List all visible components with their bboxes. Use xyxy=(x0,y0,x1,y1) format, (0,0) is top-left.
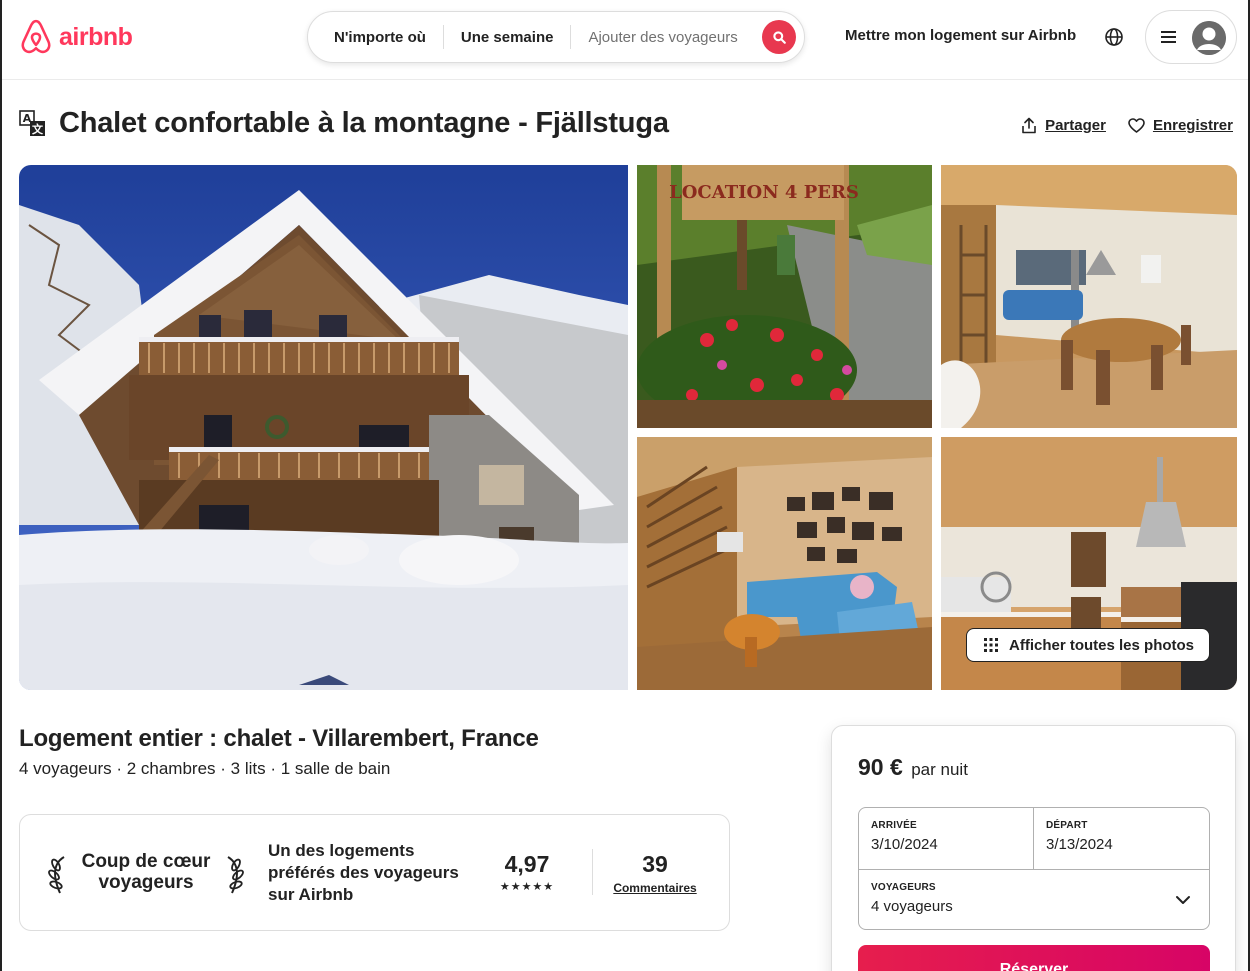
guests-value: 4 voyageurs xyxy=(871,898,953,915)
checkout-label: DÉPART xyxy=(1046,820,1088,831)
rating-value: 4,97 xyxy=(504,851,550,877)
price-unit: par nuit xyxy=(911,760,968,779)
user-avatar-icon xyxy=(1192,21,1226,55)
checkout-value: 3/13/2024 xyxy=(1046,836,1113,853)
listing-actions: Partager Enregistrer xyxy=(1021,117,1233,134)
photo-gallery: LOCATION 4 PERS Afficher toutes les phot… xyxy=(19,165,1237,690)
checkout-field[interactable]: DÉPART 3/13/2024 xyxy=(1034,808,1209,869)
guests-field[interactable]: VOYAGEURS 4 voyageurs xyxy=(859,869,1209,929)
listing-details: 4 voyageurs · 2 chambres · 3 lits · 1 sa… xyxy=(19,759,391,778)
photo-sign-text: LOCATION 4 PERS xyxy=(669,182,859,203)
gallery-photo-3[interactable] xyxy=(941,165,1237,428)
user-menu-button[interactable] xyxy=(1145,10,1237,64)
airbnb-logo-icon xyxy=(21,19,51,54)
globe-icon[interactable] xyxy=(1104,27,1124,47)
translate-icon[interactable]: A 文 xyxy=(19,110,47,138)
hamburger-menu-icon xyxy=(1161,31,1176,43)
listing-subtitle: Logement entier : chalet - Villarembert,… xyxy=(19,725,539,752)
checkin-label: ARRIVÉE xyxy=(871,820,917,831)
checkin-field[interactable]: ARRIVÉE 3/10/2024 xyxy=(859,808,1034,869)
svg-text:文: 文 xyxy=(32,122,44,136)
laurel-icon xyxy=(227,856,244,894)
host-link[interactable]: Mettre mon logement sur Airbnb xyxy=(845,27,1076,44)
booking-card: 90 € par nuit ARRIVÉE 3/10/2024 DÉPART 3… xyxy=(831,725,1236,971)
reviews-count: 39 xyxy=(642,851,668,877)
save-label: Enregistrer xyxy=(1152,117,1233,134)
share-label: Partager xyxy=(1045,117,1106,134)
share-button[interactable]: Partager xyxy=(1021,117,1106,134)
star-rating-icon: ★★★★★ xyxy=(499,881,555,893)
rating-block: 4,97 ★★★★★ xyxy=(490,851,564,893)
gallery-photo-4[interactable] xyxy=(637,437,932,690)
guest-favorite-card: Coup de cœur voyageurs Un des logements … xyxy=(19,814,730,931)
gallery-photo-2[interactable]: LOCATION 4 PERS xyxy=(637,165,932,428)
checkin-value: 3/10/2024 xyxy=(871,836,938,853)
show-all-photos-button[interactable]: Afficher toutes les photos xyxy=(966,628,1210,662)
laurel-icon xyxy=(48,856,65,894)
page-title: Chalet confortable à la montagne - Fjäll… xyxy=(59,107,669,139)
title-row: A 文 Chalet confortable à la montagne - F… xyxy=(19,105,1233,145)
heart-icon xyxy=(1128,118,1145,133)
search-when[interactable]: Une semaine xyxy=(444,29,571,46)
reservation-fields: ARRIVÉE 3/10/2024 DÉPART 3/13/2024 VOYAG… xyxy=(858,807,1210,930)
search-bar[interactable]: N'importe où Une semaine Ajouter des voy… xyxy=(307,11,805,63)
chevron-down-icon[interactable] xyxy=(1175,892,1191,908)
reviews-block[interactable]: 39 Commentaires xyxy=(605,851,705,895)
show-all-label: Afficher toutes les photos xyxy=(1009,636,1195,654)
badge-line-2: voyageurs xyxy=(98,872,194,893)
search-button[interactable] xyxy=(762,20,796,54)
guests-label: VOYAGEURS xyxy=(871,882,936,893)
price-line: 90 € par nuit xyxy=(858,754,968,781)
guest-favorite-badge: Coup de cœur voyageurs xyxy=(48,851,244,901)
page-frame: airbnb N'importe où Une semaine Ajouter … xyxy=(0,0,1250,971)
price-amount: 90 € xyxy=(858,754,903,780)
search-icon xyxy=(772,30,786,44)
save-button[interactable]: Enregistrer xyxy=(1128,117,1233,134)
airbnb-logo[interactable]: airbnb xyxy=(19,19,133,55)
guest-favorite-description: Un des logements préférés des voyageurs … xyxy=(268,841,459,904)
badge-line-1: Coup de cœur xyxy=(81,851,211,872)
guest-favorite-title: Coup de cœur voyageurs xyxy=(78,851,214,893)
rating-divider xyxy=(592,849,593,895)
gallery-photo-main[interactable] xyxy=(19,165,628,690)
reserve-button[interactable]: Réserver xyxy=(858,945,1210,971)
grid-dots-icon xyxy=(984,638,998,652)
top-header: airbnb N'importe où Une semaine Ajouter … xyxy=(2,0,1248,80)
share-icon xyxy=(1022,117,1036,134)
search-guests[interactable]: Ajouter des voyageurs xyxy=(571,29,754,46)
logo-text: airbnb xyxy=(59,22,133,51)
search-where[interactable]: N'importe où xyxy=(308,29,443,46)
reviews-link[interactable]: Commentaires xyxy=(605,881,705,895)
